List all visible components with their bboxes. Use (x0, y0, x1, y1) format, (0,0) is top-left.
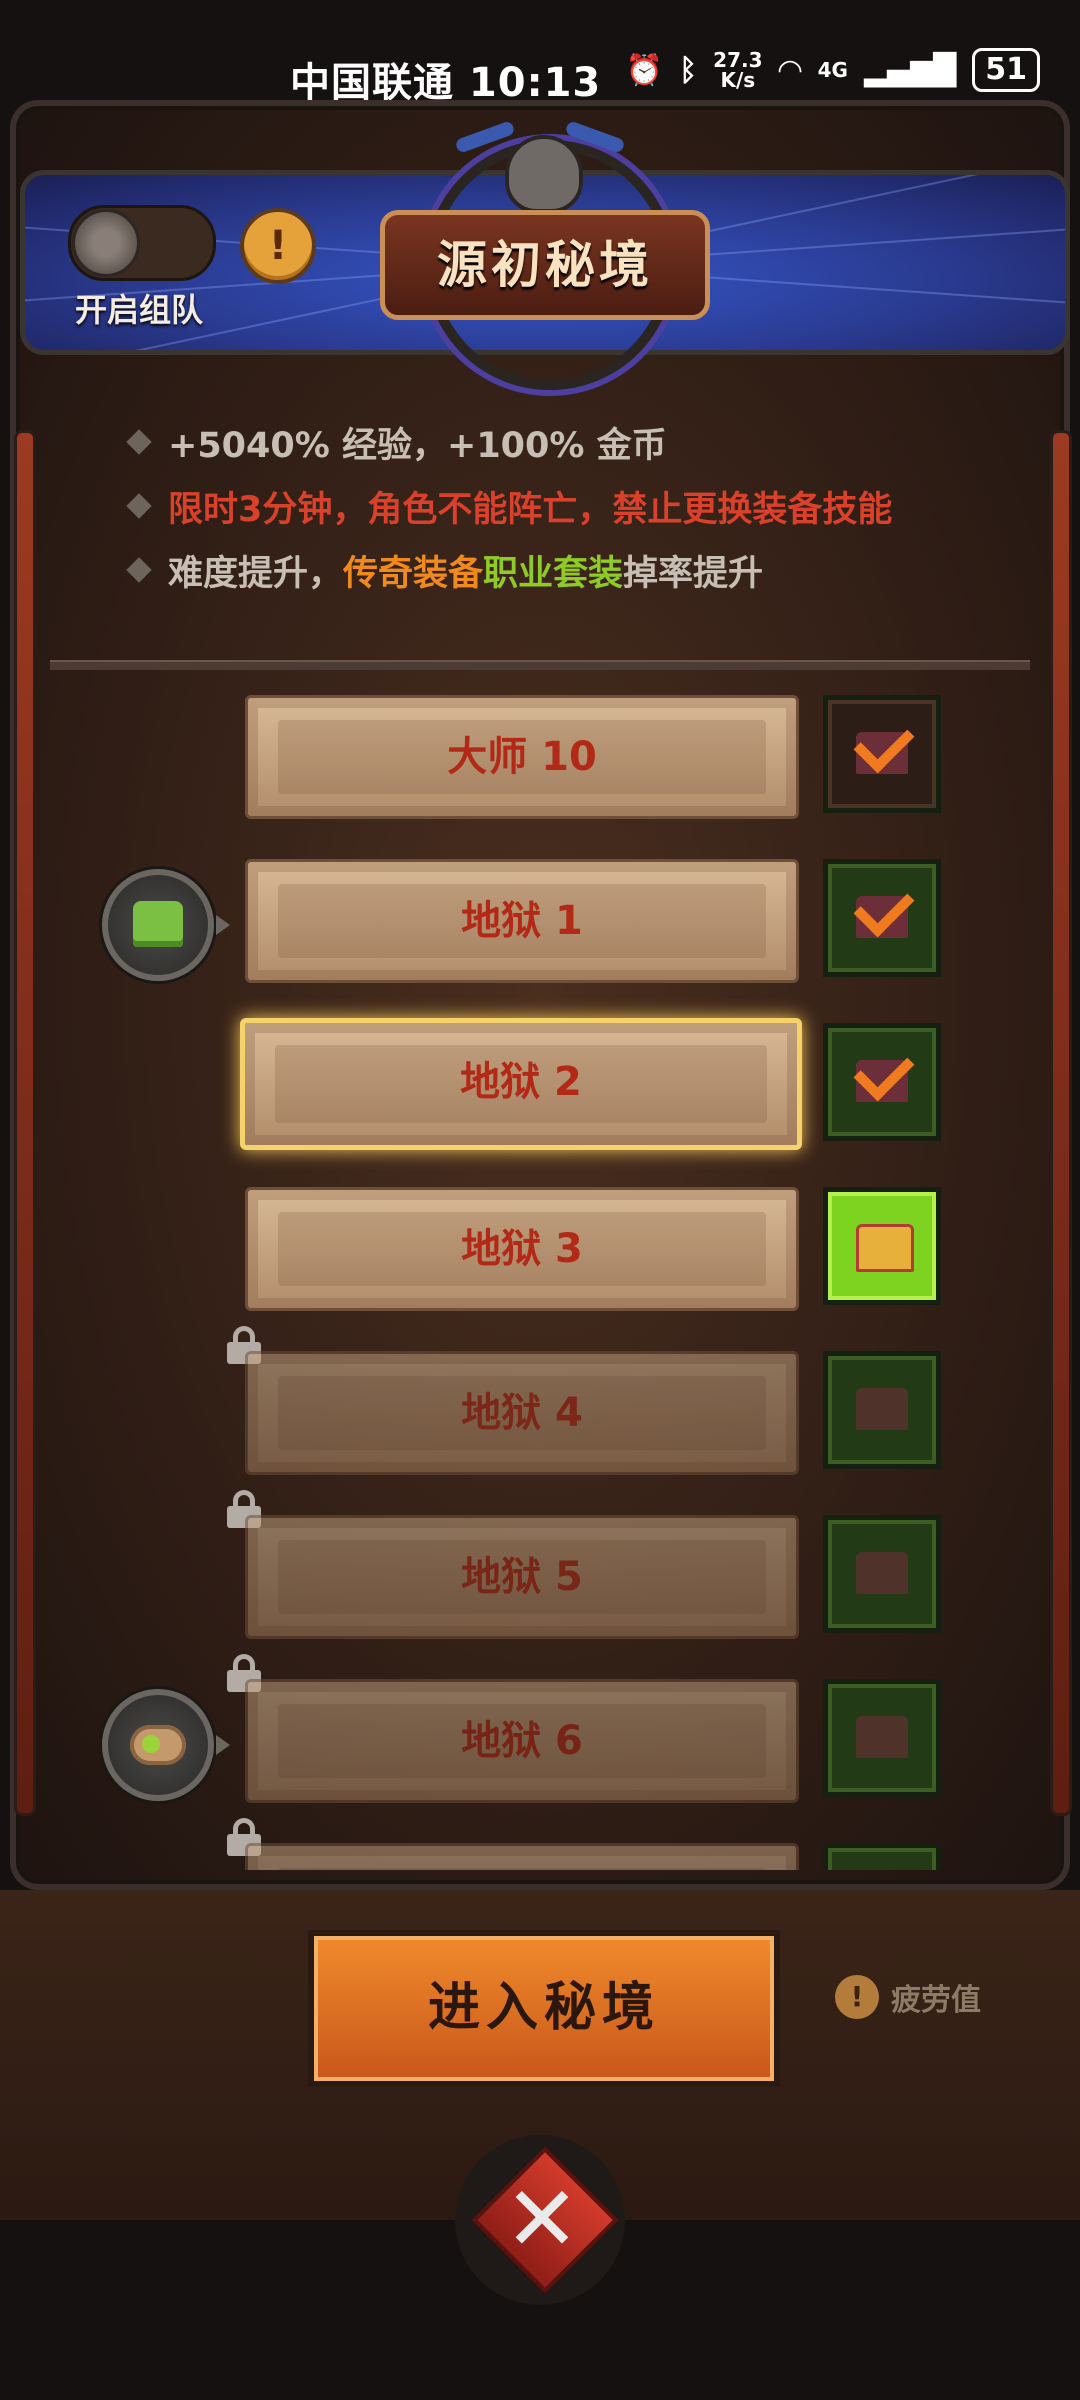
tier-label: 地狱 4 (461, 1390, 583, 1436)
alarm-icon: ⏰ (625, 52, 664, 88)
rule-line: 难度提升， 传奇装备 职业套装 掉率提升 (126, 538, 892, 602)
tier-row[interactable]: 大师 10 (40, 670, 1040, 820)
net-speed: 27.3 K/s (713, 50, 762, 90)
tier-button[interactable]: 地狱 2 (240, 1018, 802, 1150)
signal-icon: ▂▄▆█ (863, 52, 957, 88)
shirt-icon (133, 901, 183, 947)
team-toggle-label: 开启组队 (75, 291, 204, 329)
info-button[interactable]: ! (240, 208, 316, 284)
rule-text: 难度提升， (168, 553, 344, 594)
treasure-chest-button[interactable] (823, 1187, 941, 1305)
tier-label: 地狱 5 (461, 1554, 583, 1600)
tier-row[interactable]: 地狱 6 (40, 1654, 1040, 1804)
tier-button[interactable] (245, 1843, 799, 1870)
tier-button[interactable]: 地狱 4 (245, 1351, 799, 1475)
treasure-chest-button[interactable] (823, 1679, 941, 1797)
page-title: 源初秘境 (380, 210, 710, 320)
rule-text: +5040% 经验，+100% 金币 (168, 425, 667, 466)
rule-text: 限时3分钟，角色不能阵亡，禁止更换装备技能 (168, 489, 893, 530)
tier-label: 地狱 6 (461, 1718, 583, 1764)
fatigue-indicator[interactable]: ! 疲劳值 (835, 1975, 981, 2019)
rule-text: 职业套装 (483, 553, 624, 594)
diamond-bullet-icon (126, 557, 152, 583)
rule-line: 限时3分钟，角色不能阵亡，禁止更换装备技能 (126, 474, 893, 538)
rule-text: 传奇装备 (343, 553, 484, 594)
tier-button[interactable]: 大师 10 (245, 695, 799, 819)
tier-row[interactable]: 地狱 3 (40, 1162, 1040, 1312)
tier-label: 地狱 1 (461, 898, 583, 944)
chest-icon (856, 1388, 908, 1430)
tier-row[interactable]: 地狱 1 (40, 834, 1040, 984)
left-rail (14, 430, 36, 1816)
divider (50, 660, 1030, 670)
skull-icon (505, 135, 583, 213)
right-rail (1050, 430, 1072, 1816)
tier-list[interactable]: 大师 10 地狱 1 地狱 2 地狱 3 地狱 4 地狱 5 地狱 6 (40, 670, 1040, 1870)
diamond-bullet-icon (126, 493, 152, 519)
tier-row[interactable]: 地狱 5 (40, 1490, 1040, 1640)
battery: 51 (972, 48, 1040, 92)
enter-dungeon-button[interactable]: 进入秘境 (308, 1930, 780, 2087)
diamond-bullet-icon (126, 429, 152, 455)
status-bar: 中国联通 10:13 ⏰ ᛒ 27.3 K/s ◠ 4G ▂▄▆█ 51 (0, 0, 1080, 110)
tier-label: 大师 10 (447, 734, 597, 780)
tier-label: 地狱 3 (461, 1226, 583, 1272)
treasure-chest-button[interactable] (823, 1351, 941, 1469)
treasure-chest-button[interactable] (823, 1023, 941, 1141)
tier-button[interactable]: 地狱 3 (245, 1187, 799, 1311)
reward-badge[interactable] (102, 1689, 230, 1801)
scroll-icon (130, 1725, 186, 1765)
chest-icon (856, 1224, 914, 1272)
tier-row[interactable]: 地狱 2 (40, 998, 1040, 1150)
tier-row[interactable]: 地狱 4 (40, 1326, 1040, 1476)
treasure-chest-button[interactable] (823, 1515, 941, 1633)
status-icons: ⏰ ᛒ 27.3 K/s ◠ 4G ▂▄▆█ 51 (626, 48, 1040, 92)
tier-button[interactable]: 地狱 5 (245, 1515, 799, 1639)
net-speed-unit: K/s (720, 68, 756, 92)
network-type: 4G (817, 58, 848, 82)
reward-badge[interactable] (102, 869, 230, 981)
chest-icon (856, 1716, 908, 1758)
chest-icon (856, 1552, 908, 1594)
treasure-chest-button[interactable] (823, 695, 941, 813)
treasure-chest-button[interactable] (823, 1843, 941, 1870)
fatigue-info-icon: ! (835, 1975, 879, 2019)
tier-row[interactable] (40, 1818, 1040, 1870)
tier-plate-inset (278, 1868, 766, 1870)
tier-button[interactable]: 地狱 6 (245, 1679, 799, 1803)
treasure-chest-button[interactable] (823, 859, 941, 977)
close-icon[interactable]: ✕ (487, 2170, 597, 2270)
team-toggle-knob[interactable] (72, 209, 140, 277)
tier-label: 地狱 2 (460, 1059, 582, 1105)
bluetooth-icon: ᛒ (679, 52, 698, 88)
gem-icon (142, 1735, 160, 1753)
wifi-icon: ◠ (778, 52, 802, 88)
dungeon-rules: +5040% 经验，+100% 金币 限时3分钟，角色不能阵亡，禁止更换装备技能难… (126, 410, 893, 602)
rule-text: 掉率提升 (623, 553, 764, 594)
tier-button[interactable]: 地狱 1 (245, 859, 799, 983)
fatigue-label: 疲劳值 (891, 1983, 981, 2018)
rule-line: +5040% 经验，+100% 金币 (126, 410, 892, 474)
